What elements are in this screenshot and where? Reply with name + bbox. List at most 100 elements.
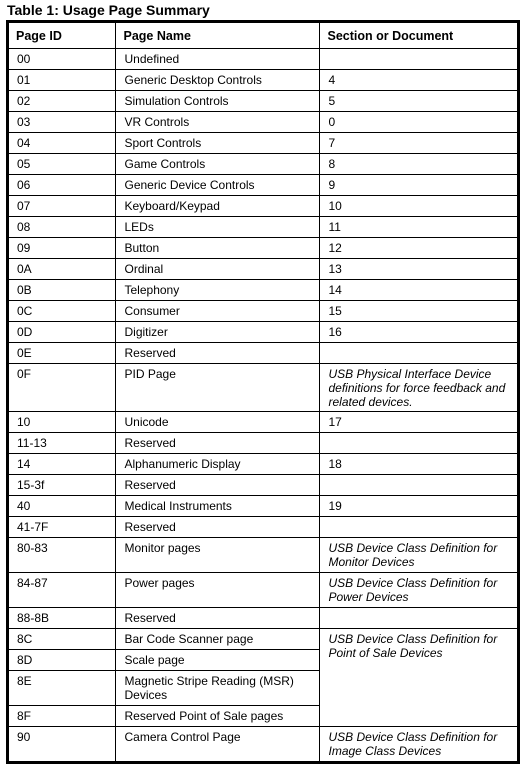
table-row: 88-8B Reserved [9, 607, 517, 629]
cell-section-or-document: USB Device Class Definition for Monitor … [318, 537, 517, 573]
cell-page-id: 8D [9, 649, 116, 671]
cell-section-or-document: 0 [318, 111, 517, 133]
cell-page-name: Reserved [114, 342, 320, 364]
table-row: 8C Bar Code Scanner page USB Device Class … [9, 628, 517, 727]
cell-page-id: 8F [9, 705, 116, 727]
cell-page-id: 80-83 [9, 537, 116, 573]
cell-page-name: Camera Control Page [114, 726, 320, 761]
cell-page-id: 0C [9, 300, 116, 322]
table-row: 40 Medical Instruments 19 [9, 495, 517, 517]
table-row: 0D Digitizer 16 [9, 321, 517, 343]
cell-section-or-document: 13 [318, 258, 517, 280]
cell-page-id: 84-87 [9, 572, 116, 608]
table-row: 80-83 Monitor pages USB Device Class Defin… [9, 537, 517, 573]
cell-page-id: 15-3f [9, 474, 116, 496]
cell-page-id: 40 [9, 495, 116, 517]
cell-section-or-document: 16 [318, 321, 517, 343]
header-page-name: Page Name [114, 23, 320, 49]
cell-section-or-document: 5 [318, 90, 517, 112]
cell-page-name: Power pages [114, 572, 320, 608]
table-row: 09 Button 12 [9, 237, 517, 259]
table-row: 07 Keyboard/Keypad 10 [9, 195, 517, 217]
table-header-row: Page ID Page Name Section or Document [9, 23, 517, 49]
cell-page-id: 0F [9, 363, 116, 412]
cell-section-or-document: 18 [318, 453, 517, 475]
cell-page-name: Reserved [114, 432, 320, 454]
cell-page-name: Ordinal [114, 258, 320, 280]
table-row: 14 Alphanumeric Display 18 [9, 453, 517, 475]
cell-section-or-document: 11 [318, 216, 517, 238]
cell-page-id: 02 [9, 90, 116, 112]
cell-section-or-document: USB Device Class Definition for Point of… [318, 628, 517, 727]
cell-section-or-document: USB Device Class Definition for Image Cl… [318, 726, 517, 761]
header-section-or-document: Section or Document [318, 23, 517, 49]
cell-section-or-document: 4 [318, 69, 517, 91]
cell-page-id: 06 [9, 174, 116, 196]
cell-page-id: 05 [9, 153, 116, 175]
cell-page-name: Reserved [114, 607, 320, 629]
cell-page-name: Alphanumeric Display [114, 453, 320, 475]
cell-page-id: 01 [9, 69, 116, 91]
cell-section-or-document [318, 432, 517, 454]
cell-page-id: 0E [9, 342, 116, 364]
table-row: 0E Reserved [9, 342, 517, 364]
cell-page-name: Button [114, 237, 320, 259]
cell-section-or-document: 10 [318, 195, 517, 217]
cell-page-name: Generic Device Controls [114, 174, 320, 196]
usage-page-table: Page ID Page Name Section or Document 00… [9, 23, 517, 761]
table-row: 08 LEDs 11 [9, 216, 517, 238]
cell-page-name: Medical Instruments [114, 495, 320, 517]
cell-section-or-document: USB Physical Interface Device definition… [318, 363, 517, 412]
cell-page-id: 00 [9, 48, 116, 70]
cell-page-id: 14 [9, 453, 116, 475]
table-row: 0B Telephony 14 [9, 279, 517, 301]
cell-page-id: 0D [9, 321, 116, 343]
cell-page-name: Scale page [114, 649, 319, 671]
table-row: 84-87 Power pages USB Device Class Definit… [9, 572, 517, 608]
cell-page-name: Consumer [114, 300, 320, 322]
cell-page-id: 90 [9, 726, 116, 761]
cell-section-or-document: USB Device Class Definition for Power De… [318, 572, 517, 608]
cell-page-id: 0A [9, 258, 116, 280]
cell-page-name: Sport Controls [114, 132, 320, 154]
table-row: 10 Unicode 17 [9, 411, 517, 433]
cell-section-or-document: 19 [318, 495, 517, 517]
cell-page-name: Keyboard/Keypad [114, 195, 320, 217]
table-body: 00 Undefined 01 Generic Desktop Controls 4 02… [9, 48, 517, 761]
cell-page-name: Magnetic Stripe Reading (MSR) Devices [114, 670, 319, 706]
cell-page-name: Simulation Controls [114, 90, 320, 112]
cell-section-or-document: 7 [318, 132, 517, 154]
table-row: 15-3f Reserved [9, 474, 517, 496]
table-row: 01 Generic Desktop Controls 4 [9, 69, 517, 91]
table-row: 02 Simulation Controls 5 [9, 90, 517, 112]
cell-page-name: Telephony [114, 279, 320, 301]
cell-section-or-document [318, 607, 517, 629]
cell-page-name: Unicode [114, 411, 320, 433]
cell-section-or-document [318, 48, 517, 70]
cell-section-or-document: 12 [318, 237, 517, 259]
cell-page-id: 88-8B [9, 607, 116, 629]
cell-page-id: 0B [9, 279, 116, 301]
cell-page-name: Reserved [114, 474, 320, 496]
cell-page-name: Generic Desktop Controls [114, 69, 320, 91]
usage-page-table-frame: Page ID Page Name Section or Document 00… [6, 20, 520, 764]
cell-page-name: PID Page [114, 363, 320, 412]
cell-page-name: Undefined [114, 48, 320, 70]
cell-section-or-document: 8 [318, 153, 517, 175]
table-row: 0C Consumer 15 [9, 300, 517, 322]
cell-page-id: 03 [9, 111, 116, 133]
cell-page-name: LEDs [114, 216, 320, 238]
table-row: 05 Game Controls 8 [9, 153, 517, 175]
cell-page-id: 10 [9, 411, 116, 433]
cell-page-name: Bar Code Scanner page [114, 628, 320, 650]
cell-section-or-document: 15 [318, 300, 517, 322]
cell-page-id: 09 [9, 237, 116, 259]
table-row: 03 VR Controls 0 [9, 111, 517, 133]
cell-page-id: 8C [9, 628, 116, 650]
cell-page-id: 04 [9, 132, 116, 154]
table-row: 0A Ordinal 13 [9, 258, 517, 280]
cell-page-id: 8E [9, 670, 116, 706]
cell-section-or-document: 17 [318, 411, 517, 433]
table-row: 11-13 Reserved [9, 432, 517, 454]
cell-page-name: VR Controls [114, 111, 320, 133]
